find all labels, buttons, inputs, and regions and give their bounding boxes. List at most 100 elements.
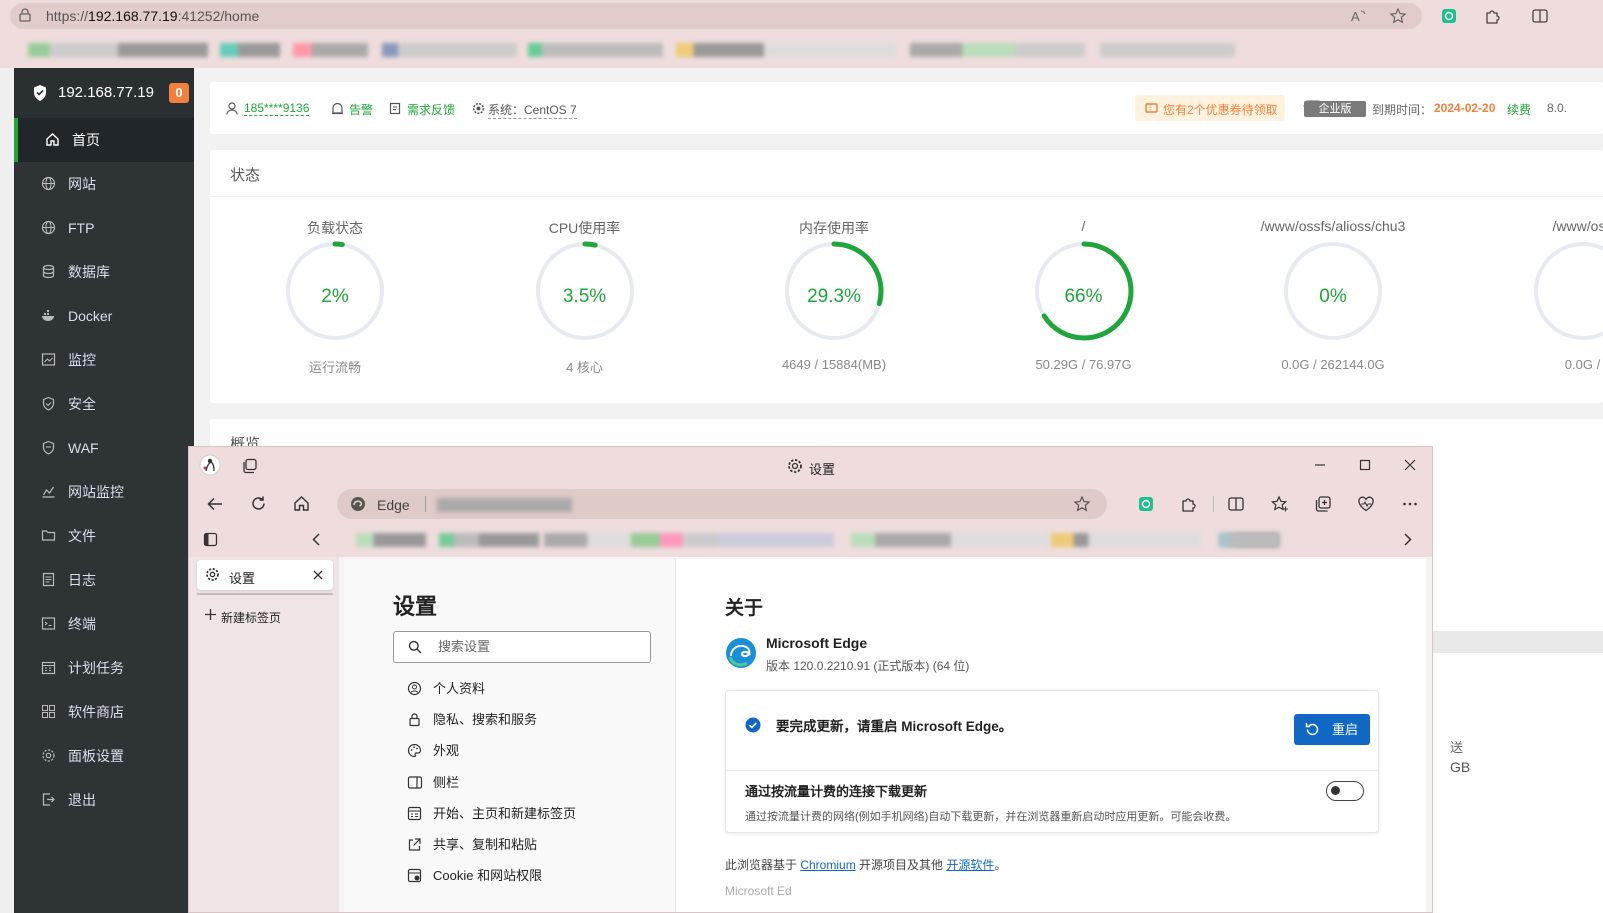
sidebar-item-ftp[interactable]: FTP	[14, 206, 194, 250]
extension-green-icon[interactable]	[1137, 495, 1155, 513]
collapse-chevron-icon[interactable]	[311, 532, 321, 547]
sidebar-item-files[interactable]: 文件	[14, 514, 194, 558]
split-screen-icon[interactable]	[1531, 7, 1549, 25]
settings-nav-start-home[interactable]: 开始、主页和新建标签页	[407, 804, 576, 824]
url-scheme: https://	[46, 8, 89, 24]
status-gauge[interactable]: 负载状态 2% 运行流畅	[225, 218, 445, 388]
gear-icon	[205, 567, 220, 582]
lock-icon[interactable]	[19, 8, 31, 22]
gauge-detail: 4649 / 15884(MB)	[781, 357, 887, 372]
sidebar-item-database[interactable]: 数据库	[14, 250, 194, 294]
sidebar-item-home[interactable]: 首页	[14, 118, 194, 162]
sidebar-item-app-store[interactable]: 软件商店	[14, 690, 194, 734]
tab-settings[interactable]: 设置	[197, 560, 333, 590]
gauge-detail: 运行流畅	[308, 360, 361, 375]
coupon-notice[interactable]: 您有2个优惠券待领取	[1135, 95, 1285, 121]
user-icon	[226, 102, 238, 115]
sidebar-item-panel-settings[interactable]: 面板设置	[14, 734, 194, 778]
sidebar-item-logs[interactable]: 日志	[14, 558, 194, 602]
settings-nav-appearance[interactable]: 外观	[407, 741, 459, 761]
sidebar-item-terminal[interactable]: 终端	[14, 602, 194, 646]
close-icon[interactable]	[1404, 459, 1416, 471]
shield-icon	[41, 396, 56, 411]
status-gauge[interactable]: /www/oss 0.0G /	[1473, 218, 1603, 388]
sidebar-item-monitor[interactable]: 监控	[14, 338, 194, 382]
sidebar-item-docker[interactable]: Docker	[14, 294, 194, 338]
more-options-icon[interactable]	[1401, 495, 1419, 513]
sidebar-item-website[interactable]: 网站	[14, 162, 194, 206]
tab-actions-icon[interactable]	[203, 532, 218, 547]
favorite-item-blurred[interactable]	[220, 43, 280, 57]
favorite-star-icon[interactable]	[1073, 495, 1091, 513]
status-gauge[interactable]: /66% 50.29G / 76.97G	[974, 218, 1194, 388]
chromium-link[interactable]: Chromium	[800, 858, 855, 872]
metered-download-toggle[interactable]	[1326, 781, 1364, 801]
settings-nav-share[interactable]: 共享、复制和粘贴	[407, 835, 537, 855]
sidebar-item-security[interactable]: 安全	[14, 382, 194, 426]
settings-nav-privacy[interactable]: 隐私、搜索和服务	[407, 710, 537, 730]
favorite-item-blurred[interactable]	[28, 43, 208, 57]
favorite-item-blurred[interactable]	[1229, 533, 1279, 547]
maximize-icon[interactable]	[1359, 459, 1371, 471]
close-tab-icon[interactable]	[313, 570, 323, 580]
favorite-item-blurred[interactable]	[544, 533, 834, 547]
sidebar-item-logout[interactable]: 退出	[14, 778, 194, 822]
edge-address-bar[interactable]: Edge	[337, 489, 1107, 519]
favorite-item-blurred[interactable]	[851, 533, 1051, 547]
panel-topbar: 185****9136 告警 需求反馈 系统：CentOS 7 您有2个优惠券待…	[210, 82, 1603, 134]
renew-link[interactable]: 续费	[1507, 101, 1531, 118]
feedback-link[interactable]: 需求反馈	[407, 101, 455, 118]
favorite-star-icon[interactable]	[1389, 7, 1407, 25]
settings-nav-cookies[interactable]: Cookie 和网站权限	[407, 866, 542, 886]
sidebar-item-cron[interactable]: 计划任务	[14, 646, 194, 690]
profile-avatar[interactable]	[199, 454, 221, 476]
settings-nav-sidebar[interactable]: 侧栏	[407, 773, 459, 793]
favorite-item-blurred[interactable]	[293, 43, 368, 57]
alarm-link[interactable]: 告警	[349, 101, 373, 118]
panel-version[interactable]: 8.0.	[1547, 101, 1567, 115]
favorites-icon[interactable]	[1271, 495, 1289, 513]
sidebar-item-waf[interactable]: WAF	[14, 426, 194, 470]
refresh-icon[interactable]	[250, 495, 267, 512]
minimize-icon[interactable]	[1314, 459, 1326, 471]
notification-badge[interactable]: 0	[169, 83, 189, 103]
restart-button[interactable]: 重启	[1294, 714, 1370, 745]
settings-search-input[interactable]: 搜索设置	[393, 631, 651, 663]
home-icon[interactable]	[293, 495, 310, 512]
status-gauge[interactable]: /www/ossfs/alioss/chu3 0% 0.0G / 262144.0G	[1223, 218, 1443, 388]
favorite-item-blurred[interactable]	[676, 43, 896, 57]
new-tab-button[interactable]: 新建标签页	[221, 609, 281, 626]
favorite-item-blurred[interactable]	[528, 43, 663, 57]
sidebar-item-label: 数据库	[68, 264, 110, 280]
chart-icon	[41, 484, 56, 499]
plus-icon[interactable]	[204, 608, 217, 621]
gauge-detail: 0.0G / 262144.0G	[1281, 357, 1385, 372]
edge-title-bar: 设置	[189, 447, 1432, 485]
favorite-item-blurred[interactable]	[382, 43, 517, 57]
settings-nav-profile[interactable]: 个人资料	[407, 679, 485, 699]
outer-url-text[interactable]: https://192.168.77.19:41252/home	[46, 8, 259, 24]
status-gauge[interactable]: 内存使用率 29.3% 4649 / 15884(MB)	[724, 218, 944, 388]
performance-heart-icon[interactable]	[1357, 495, 1375, 513]
sidebar-item-label: 面板设置	[68, 748, 124, 764]
user-account-link[interactable]: 185****9136	[244, 101, 310, 116]
favorite-item-blurred[interactable]	[1051, 533, 1201, 547]
status-gauge[interactable]: CPU使用率 3.5% 4 核心	[475, 218, 695, 388]
open-source-link[interactable]: 开源软件	[946, 858, 994, 872]
workspaces-icon[interactable]	[241, 458, 258, 474]
favorite-item-blurred[interactable]	[356, 533, 426, 547]
system-info[interactable]: 系统：CentOS 7	[488, 101, 577, 119]
extensions-puzzle-icon[interactable]	[1180, 495, 1198, 513]
collections-icon[interactable]	[1314, 495, 1332, 513]
extension-green-icon[interactable]	[1440, 7, 1458, 25]
favorite-item-blurred[interactable]	[910, 43, 1085, 57]
split-screen-icon[interactable]	[1227, 495, 1245, 513]
back-arrow-icon[interactable]	[206, 496, 224, 512]
chevron-right-icon[interactable]	[1403, 532, 1413, 547]
favorite-item-blurred[interactable]	[439, 533, 539, 547]
sidebar-item-site-monitor[interactable]: 网站监控	[14, 470, 194, 514]
profile-icon	[407, 681, 422, 696]
extensions-puzzle-icon[interactable]	[1484, 7, 1502, 25]
favorite-item-blurred[interactable]	[1100, 43, 1235, 57]
read-aloud-icon[interactable]: A	[1350, 7, 1368, 25]
